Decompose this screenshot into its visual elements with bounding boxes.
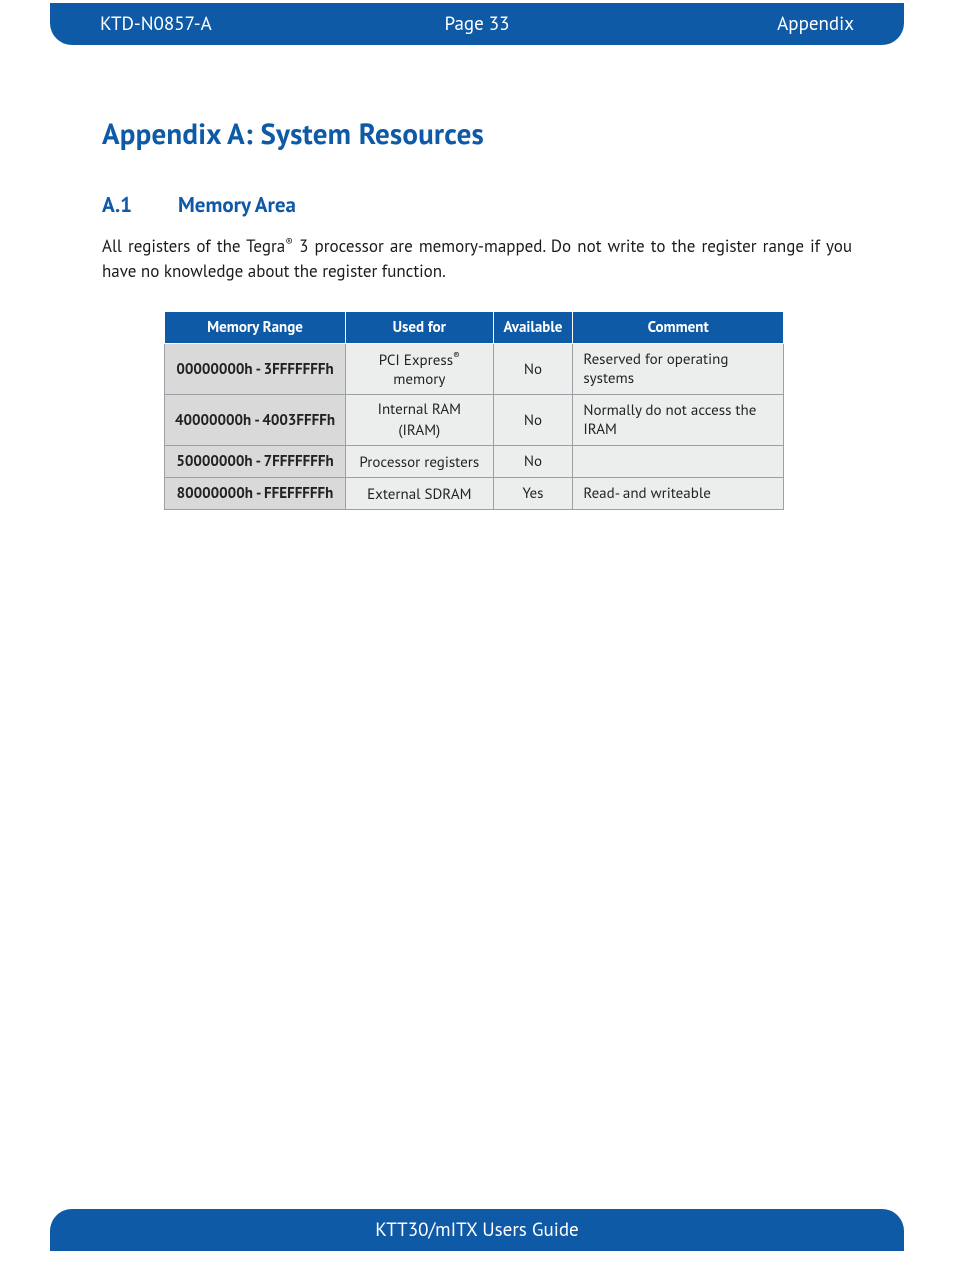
cell-avail: No	[493, 344, 573, 395]
doc-id: KTD-N0857-A	[100, 12, 212, 36]
cell-comment: Reserved for operating systems	[573, 344, 784, 395]
cell-used: Internal RAM (IRAM)	[346, 395, 494, 446]
cell-used-pre: External SDRAM	[367, 485, 471, 504]
cell-range: 40000000h - 4003FFFFh	[165, 395, 346, 446]
section-heading: A.1 Memory Area	[102, 191, 852, 218]
content-area: Appendix A: System Resources A.1 Memory …	[102, 115, 852, 510]
footer-bar: KTT30/mITX Users Guide	[50, 1209, 904, 1251]
section-paragraph: All registers of the Tegra® 3 processor …	[102, 234, 852, 283]
table-row: 50000000h - 7FFFFFFFh Processor register…	[165, 446, 784, 478]
col-comment: Comment	[573, 312, 784, 344]
cell-comment	[573, 446, 784, 478]
cell-used-pre: Internal RAM (IRAM)	[378, 400, 461, 440]
cell-range: 00000000h - 3FFFFFFFh	[165, 344, 346, 395]
cell-range: 50000000h - 7FFFFFFFh	[165, 446, 346, 478]
cell-used-post: memory	[393, 370, 445, 389]
registered-mark: ®	[285, 235, 293, 249]
registered-mark: ®	[453, 349, 460, 362]
footer-guide-title: KTT30/mITX Users Guide	[375, 1218, 578, 1242]
table-row: 80000000h - FFEFFFFFh External SDRAM Yes…	[165, 478, 784, 510]
memory-table: Memory Range Used for Available Comment …	[164, 311, 784, 510]
section-heading-text: Memory Area	[178, 191, 296, 218]
cell-comment: Read- and writeable	[573, 478, 784, 510]
col-used-for: Used for	[346, 312, 494, 344]
cell-used: Processor registers	[346, 446, 494, 478]
header-bar: KTD-N0857-A Page 33 Appendix	[50, 3, 904, 45]
cell-used-pre: Processor registers	[359, 453, 479, 472]
col-available: Available	[493, 312, 573, 344]
cell-used: PCI Express® memory	[346, 344, 494, 395]
section-name: Appendix	[777, 12, 854, 36]
table-header-row: Memory Range Used for Available Comment	[165, 312, 784, 344]
memory-table-wrap: Memory Range Used for Available Comment …	[164, 311, 834, 510]
cell-avail: Yes	[493, 478, 573, 510]
cell-avail: No	[493, 395, 573, 446]
para-text-pre: All registers of the Tegra	[102, 235, 285, 257]
cell-used: External SDRAM	[346, 478, 494, 510]
cell-avail: No	[493, 446, 573, 478]
table-row: 40000000h - 4003FFFFh Internal RAM (IRAM…	[165, 395, 784, 446]
cell-comment: Normally do not access the IRAM	[573, 395, 784, 446]
appendix-title: Appendix A: System Resources	[102, 115, 852, 153]
table-row: 00000000h - 3FFFFFFFh PCI Express® memor…	[165, 344, 784, 395]
page: KTD-N0857-A Page 33 Appendix Appendix A:…	[0, 0, 954, 1273]
cell-range: 80000000h - FFEFFFFFh	[165, 478, 346, 510]
section-number: A.1	[102, 191, 178, 218]
col-memory-range: Memory Range	[165, 312, 346, 344]
cell-used-pre: PCI Express	[379, 351, 453, 370]
